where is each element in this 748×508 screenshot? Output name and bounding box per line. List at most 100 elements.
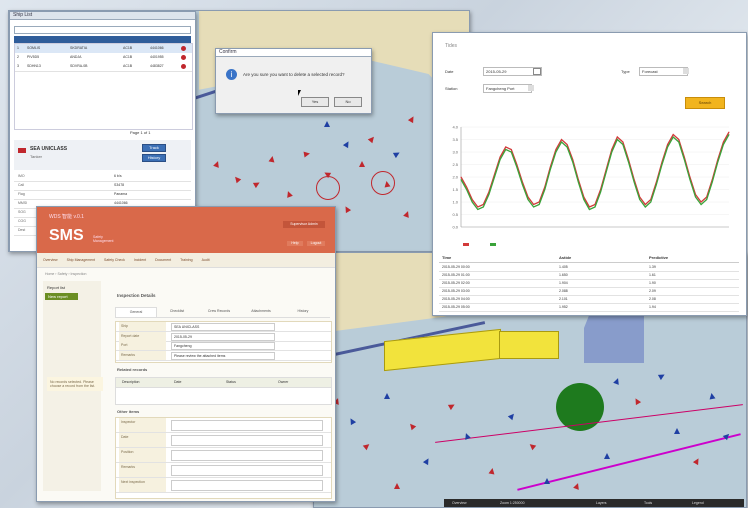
status-item[interactable]: Tools [644, 499, 652, 507]
other-field[interactable] [171, 480, 323, 491]
ship-marker-icon[interactable] [463, 432, 471, 440]
ship-marker-icon[interactable] [692, 456, 702, 466]
help-button[interactable]: Help [287, 241, 303, 246]
track-button[interactable]: Track [142, 144, 166, 152]
tide-astide: 1.904 [559, 281, 568, 285]
ship-marker-icon[interactable] [544, 478, 550, 484]
other-label: Remarks [119, 463, 166, 477]
data-point [477, 206, 479, 208]
calendar-icon[interactable] [533, 68, 541, 75]
ship-marker-icon[interactable] [394, 483, 400, 489]
nav-item[interactable]: Overview [43, 253, 58, 267]
other-field[interactable] [171, 450, 323, 461]
data-point [482, 206, 484, 208]
history-button[interactable]: History [142, 154, 166, 162]
ship-marker-icon[interactable] [342, 204, 352, 214]
form-field[interactable]: 2015-05-29 [171, 332, 275, 341]
ship-marker-icon[interactable] [232, 174, 242, 184]
form-field[interactable]: Please review the attached items [171, 351, 275, 360]
ship-marker-icon[interactable] [632, 396, 642, 406]
nav-item[interactable]: Training [180, 253, 193, 267]
status-item[interactable]: Legend [692, 499, 704, 507]
delete-icon[interactable] [181, 64, 186, 69]
ship-marker-icon[interactable] [573, 482, 581, 490]
tab[interactable]: General [115, 307, 157, 317]
row-type: AC1B [123, 46, 133, 50]
mouse-cursor-icon [298, 90, 301, 96]
ship-marker-icon[interactable] [488, 467, 496, 475]
status-item[interactable]: Overview [452, 499, 467, 507]
tab[interactable]: Checklist [157, 307, 197, 316]
ship-marker-icon[interactable] [362, 441, 372, 451]
tab[interactable]: Crew Records [199, 307, 239, 316]
ship-marker-icon[interactable] [527, 441, 537, 451]
type-select[interactable]: Forecast [639, 67, 688, 76]
ship-marker-icon[interactable] [674, 428, 680, 434]
ship-marker-icon[interactable] [422, 456, 432, 466]
other-field[interactable] [171, 435, 323, 446]
ship-marker-icon[interactable] [722, 431, 732, 441]
ship-marker-icon[interactable] [303, 150, 311, 158]
ship-marker-icon[interactable] [403, 210, 411, 218]
chevron-down-icon[interactable] [683, 68, 689, 74]
status-item[interactable]: Layers [596, 499, 607, 507]
other-field[interactable] [171, 465, 323, 476]
vessel-range-circle[interactable] [371, 171, 395, 195]
search-input[interactable] [14, 26, 191, 34]
form-row: Ship SEA UNICLASS [116, 322, 331, 332]
ship-marker-icon[interactable] [384, 393, 390, 399]
ship-marker-icon[interactable] [347, 416, 357, 426]
data-point [533, 206, 534, 208]
ship-marker-icon[interactable] [213, 160, 221, 168]
tide-time: 2015-05-29 03:00 [442, 289, 470, 293]
ship-marker-icon[interactable] [604, 453, 610, 459]
yes-button[interactable]: Yes [301, 97, 329, 107]
ship-marker-icon[interactable] [367, 134, 377, 144]
pager[interactable]: Page 1 of 1 [130, 130, 150, 135]
nav-item[interactable]: Audit [202, 253, 210, 267]
tide-row[interactable]: 2015-05-29 05:00 1.952 1.94 [439, 303, 739, 312]
delete-icon[interactable] [181, 55, 186, 60]
no-button[interactable]: No [334, 97, 362, 107]
ship-marker-icon[interactable] [268, 155, 276, 163]
tab[interactable]: Attachments [241, 307, 281, 316]
nav-item[interactable]: Incident [134, 253, 146, 267]
ship-marker-icon[interactable] [324, 121, 330, 127]
logout-button[interactable]: Logout [307, 241, 325, 246]
other-field[interactable] [171, 420, 323, 431]
vessel-range-circle[interactable] [316, 176, 340, 200]
ship-marker-icon[interactable] [507, 411, 517, 421]
tab[interactable]: History [283, 307, 323, 316]
ship-marker-icon[interactable] [657, 371, 667, 381]
ship-list-titlebar: Ship List [10, 12, 195, 20]
station-select[interactable]: Fangcheng Port [483, 84, 532, 93]
status-item[interactable]: Zoom 1:250000 [500, 499, 525, 507]
nav-item[interactable]: Safety Check [104, 253, 125, 267]
nav-item[interactable]: Ship Management [67, 253, 95, 267]
search-button[interactable]: Search [685, 97, 725, 109]
ship-marker-icon[interactable] [285, 190, 293, 198]
tide-table: Time Astide Predictive 2015-05-29 00:00 1… [439, 253, 739, 313]
nav-item[interactable]: Document [155, 253, 171, 267]
form-field[interactable]: Fangcheng [171, 342, 275, 350]
ship-marker-icon[interactable] [342, 139, 352, 149]
ship-marker-icon[interactable] [359, 161, 365, 167]
table-row[interactable]: 3 SDHN13 SDVRA-0B AC1B 4483827 [15, 62, 192, 72]
ship-marker-icon[interactable] [407, 421, 417, 431]
tide-predictive: 1.94 [649, 305, 656, 309]
ship-marker-icon[interactable] [407, 114, 417, 124]
ship-marker-icon[interactable] [252, 179, 262, 189]
ship-marker-icon[interactable] [392, 149, 402, 159]
delete-icon[interactable] [181, 46, 186, 51]
form-field[interactable]: SEA UNICLASS [171, 323, 275, 331]
ship-marker-icon[interactable] [613, 377, 621, 385]
menu-report-list[interactable]: Report list [47, 285, 65, 290]
chart-legend [463, 242, 497, 248]
other-row: Inspector [116, 418, 331, 433]
tide-time: 2015-05-29 05:00 [442, 305, 470, 309]
chevron-down-icon[interactable] [528, 85, 534, 91]
header-user[interactable]: Supervisor Admin [283, 221, 325, 228]
ship-marker-icon[interactable] [708, 392, 716, 400]
menu-new-report[interactable]: New report [45, 293, 78, 300]
ship-marker-icon[interactable] [447, 401, 457, 411]
